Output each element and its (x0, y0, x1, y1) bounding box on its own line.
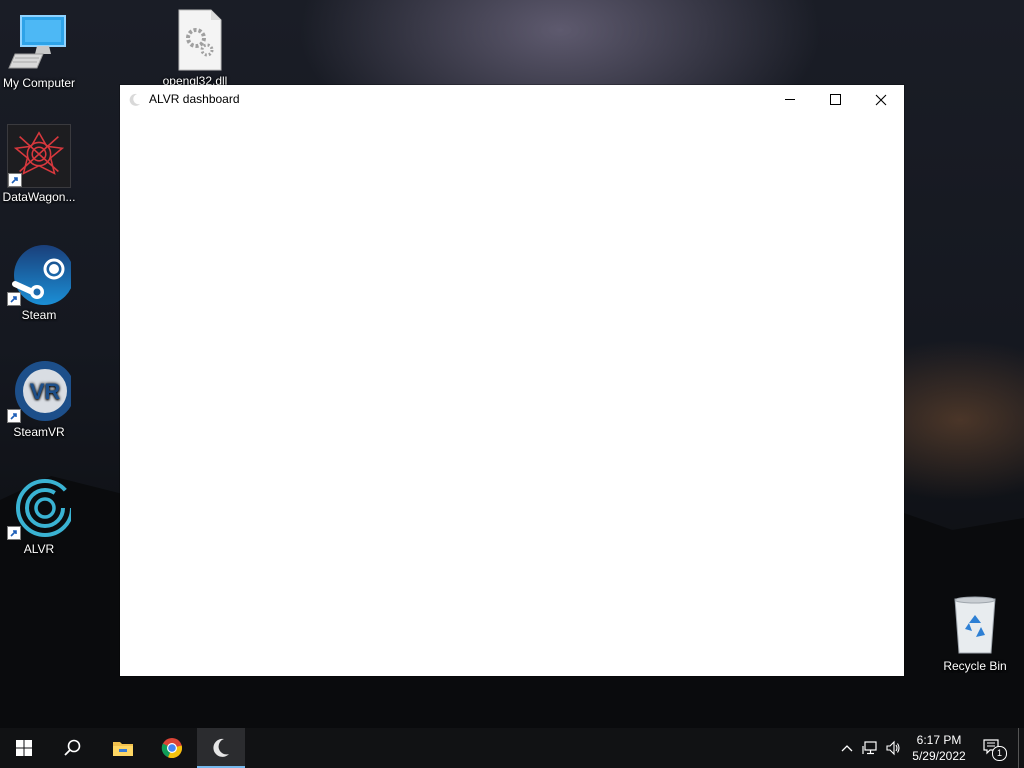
desktop-icon-label: Recycle Bin (943, 659, 1007, 673)
search-icon (64, 739, 81, 756)
action-center-button[interactable]: 1 (980, 736, 1007, 761)
computer-icon (7, 10, 71, 74)
clock-date: 5/29/2022 (912, 749, 966, 763)
show-desktop-strip[interactable] (1018, 728, 1024, 768)
desktop-icon-label: ALVR (23, 542, 55, 556)
close-icon (875, 94, 887, 106)
alvr-icon (7, 476, 74, 540)
desktop-icon-label: My Computer (2, 76, 76, 90)
desktop-icon-my-computer[interactable]: My Computer (1, 10, 77, 90)
clock-time: 6:17 PM (916, 733, 962, 747)
alvr-crescent-icon (129, 93, 140, 106)
search-button[interactable] (48, 728, 96, 768)
alvr-crescent-icon (213, 738, 229, 757)
taskbar-file-explorer[interactable] (98, 728, 146, 768)
notification-count-badge: 1 (992, 746, 1007, 761)
taskbar: 6:17 PM 5/29/2022 1 (0, 728, 1024, 768)
dll-file-icon (163, 8, 227, 72)
window-content-area (120, 115, 904, 676)
steamvr-badge-text: VR (30, 379, 61, 404)
desktop-icon-label: SteamVR (13, 425, 65, 439)
minimize-button[interactable] (767, 85, 813, 115)
minimize-icon (785, 99, 795, 100)
recycle-bin-icon (943, 593, 1007, 657)
alvr-dashboard-window: ALVR dashboard (120, 85, 904, 676)
desktop-icon-label: Steam (21, 308, 57, 322)
file-explorer-icon (113, 742, 133, 756)
taskbar-alvr-dashboard[interactable] (197, 728, 245, 768)
desktop-icon-datawagon[interactable]: DataWagon... (1, 124, 77, 204)
window-titlebar[interactable]: ALVR dashboard (120, 85, 904, 115)
start-button[interactable] (0, 728, 48, 768)
shortcut-arrow-icon (7, 409, 21, 423)
volume-icon[interactable] (885, 740, 901, 756)
chrome-icon (161, 738, 183, 759)
shortcut-arrow-icon (7, 526, 21, 540)
chevron-up-icon[interactable] (839, 740, 855, 756)
desktop-icon-recycle-bin[interactable]: Recycle Bin (937, 593, 1013, 673)
maximize-icon (830, 94, 841, 105)
steam-icon (7, 242, 74, 306)
clock[interactable]: 6:17 PM 5/29/2022 (906, 732, 972, 764)
steamvr-icon: VR (7, 359, 75, 423)
shortcut-arrow-icon (8, 173, 22, 187)
network-icon[interactable] (862, 740, 878, 756)
taskbar-chrome[interactable] (148, 728, 196, 768)
datawagon-icon (7, 124, 71, 188)
close-button[interactable] (858, 85, 904, 115)
desktop: My Computer opengl32.dll DataWagon... St… (0, 0, 1024, 768)
desktop-icon-steam[interactable]: Steam (1, 242, 77, 322)
windows-start-icon (16, 740, 32, 756)
maximize-button[interactable] (812, 85, 858, 115)
desktop-icon-opengl-dll[interactable]: opengl32.dll (157, 8, 233, 88)
shortcut-arrow-icon (7, 292, 21, 306)
desktop-icon-steamvr[interactable]: VR SteamVR (1, 359, 77, 439)
window-title: ALVR dashboard (149, 92, 240, 106)
desktop-icon-label: DataWagon... (2, 190, 76, 204)
desktop-icon-alvr[interactable]: ALVR (1, 476, 77, 556)
